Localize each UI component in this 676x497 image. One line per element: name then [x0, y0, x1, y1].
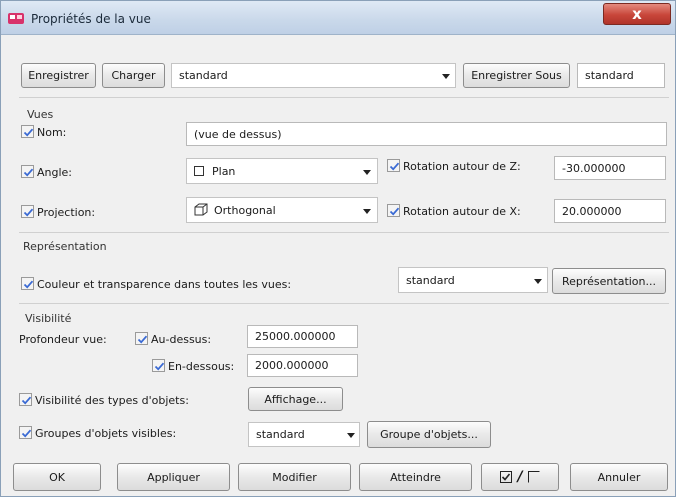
below-field[interactable]: 2000.000000	[247, 354, 358, 377]
object-groups-label: Groupes d'objets visibles:	[35, 427, 177, 440]
select-all-toggle-button[interactable]: /	[481, 463, 559, 491]
representation-select[interactable]: standard	[398, 267, 548, 293]
angle-select[interactable]: Plan	[186, 158, 378, 184]
above-value: 25000.000000	[255, 330, 336, 343]
save-as-name-value: standard	[585, 69, 634, 82]
below-checkbox[interactable]	[152, 359, 165, 372]
chevron-down-icon	[363, 209, 371, 214]
projection-label: Projection:	[37, 206, 96, 219]
checkbox-checked-icon	[21, 396, 32, 405]
views-section-title: Vues	[27, 108, 54, 121]
rotation-z-label: Rotation autour de Z:	[403, 160, 521, 173]
rotation-x-checkbox[interactable]	[387, 204, 400, 217]
object-types-checkbox[interactable]	[19, 393, 32, 406]
checkbox-checked-icon	[21, 429, 32, 438]
representation-button[interactable]: Représentation...	[552, 268, 666, 294]
rotation-x-field[interactable]: 20.000000	[554, 199, 666, 223]
chevron-down-icon	[363, 170, 371, 175]
rotation-x-label: Rotation autour de X:	[403, 205, 521, 218]
checkbox-checked-icon	[23, 168, 34, 177]
toolbar-divider	[19, 97, 669, 98]
depth-label: Profondeur vue:	[19, 333, 107, 346]
name-field[interactable]: (vue de dessus)	[186, 122, 667, 146]
representation-divider	[19, 303, 669, 304]
checkbox-checked-icon	[23, 208, 34, 217]
checkbox-checked-icon	[389, 162, 400, 171]
save-button[interactable]: Enregistrer	[21, 63, 96, 88]
rotation-x-value: 20.000000	[562, 204, 622, 218]
reach-button[interactable]: Atteindre	[359, 463, 472, 491]
title-bar: Propriétés de la vue x	[1, 1, 675, 35]
object-groups-select[interactable]: standard	[248, 422, 360, 447]
color-transparency-label: Couleur et transparence dans toutes les …	[37, 278, 292, 291]
save-as-button[interactable]: Enregistrer Sous	[463, 63, 570, 88]
checkbox-checked-icon	[137, 335, 148, 344]
checkbox-checked-icon	[23, 280, 34, 289]
object-types-label: Visibilité des types d'objets:	[35, 394, 189, 407]
chevron-down-icon	[442, 74, 450, 79]
name-value: (vue de dessus)	[194, 127, 282, 141]
chevron-down-icon	[347, 433, 355, 438]
object-groups-button[interactable]: Groupe d'objets...	[367, 421, 491, 448]
close-button[interactable]: x	[603, 3, 671, 25]
preset-select[interactable]: standard	[171, 63, 456, 88]
color-transparency-checkbox[interactable]	[21, 277, 34, 290]
modify-button[interactable]: Modifier	[238, 463, 351, 491]
above-field[interactable]: 25000.000000	[247, 325, 358, 348]
cancel-button[interactable]: Annuler	[570, 463, 668, 491]
display-button[interactable]: Affichage...	[248, 387, 343, 411]
app-icon	[7, 10, 25, 26]
below-value: 2000.000000	[255, 359, 329, 372]
rotation-z-value: -30.000000	[562, 161, 626, 175]
rotation-z-field[interactable]: -30.000000	[554, 156, 666, 180]
above-checkbox[interactable]	[135, 332, 148, 345]
angle-checkbox[interactable]	[21, 165, 34, 178]
views-divider	[19, 232, 669, 233]
apply-button[interactable]: Appliquer	[117, 463, 230, 491]
cube-icon	[194, 203, 208, 217]
projection-select[interactable]: Orthogonal	[186, 197, 378, 223]
checkbox-checked-icon	[23, 128, 34, 137]
square-icon	[194, 166, 204, 176]
name-checkbox[interactable]	[21, 125, 34, 138]
close-icon: x	[632, 5, 642, 23]
object-groups-value: standard	[256, 428, 305, 441]
checkbox-checked-icon	[389, 207, 400, 216]
rotation-z-checkbox[interactable]	[387, 159, 400, 172]
object-groups-checkbox[interactable]	[19, 426, 32, 439]
save-as-name-field[interactable]: standard	[577, 63, 665, 88]
below-label: En-dessous:	[168, 360, 235, 373]
projection-checkbox[interactable]	[21, 205, 34, 218]
checkbox-checked-icon	[154, 362, 165, 371]
representation-value: standard	[406, 273, 455, 287]
ok-button[interactable]: OK	[13, 463, 101, 491]
load-button[interactable]: Charger	[102, 63, 165, 88]
visibility-section-title: Visibilité	[25, 312, 72, 325]
chevron-down-icon	[534, 279, 542, 284]
above-label: Au-dessus:	[151, 333, 212, 346]
checked-box-icon	[500, 471, 513, 483]
projection-value: Orthogonal	[214, 203, 276, 217]
angle-label: Angle:	[37, 166, 73, 179]
representation-section-title: Représentation	[23, 240, 107, 253]
preset-value: standard	[179, 69, 228, 82]
view-properties-dialog: Propriétés de la vue x Enregistrer Charg…	[0, 0, 676, 497]
window-title: Propriétés de la vue	[31, 12, 151, 26]
name-label: Nom:	[37, 126, 67, 139]
angle-value: Plan	[212, 164, 236, 178]
unchecked-box-icon	[527, 471, 540, 483]
toggle-separator: /	[517, 469, 523, 485]
